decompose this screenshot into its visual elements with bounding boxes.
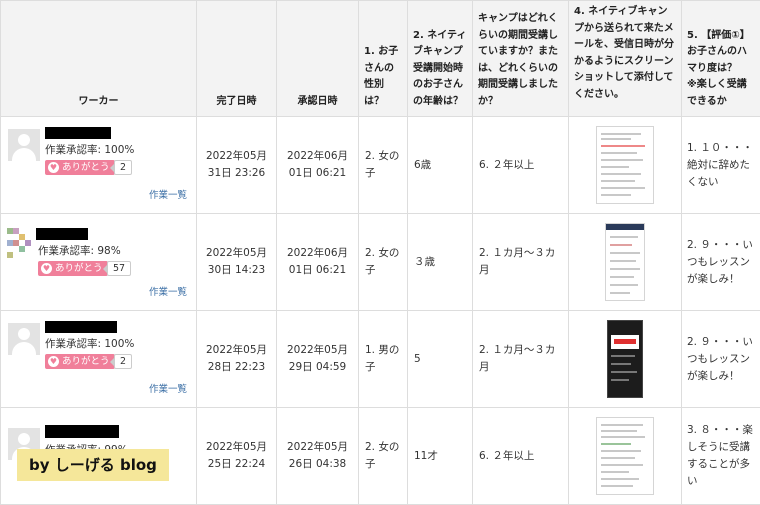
avatar[interactable] xyxy=(8,323,40,355)
completed-at-cell: 2022年05月30日 14:23 xyxy=(197,214,277,311)
table-header-row: ワーカー 完了日時 承認日時 1. お子さんの性別は？ 2. ネイティブキャンプ… xyxy=(1,1,760,117)
rating-cell: 3. ８・・・楽しそうに受講することが多い xyxy=(682,408,760,505)
thanks-label: ありがとう xyxy=(62,160,110,175)
completed-at-cell: 2022年05月25日 22:24 xyxy=(197,408,277,505)
screenshot-cell xyxy=(569,117,682,214)
completed-at-cell: 2022年05月31日 23:26 xyxy=(197,117,277,214)
period-cell: 6. ２年以上 xyxy=(473,117,569,214)
age-cell: 11才 xyxy=(408,408,473,505)
period-cell: 2. １カ月～３カ月 xyxy=(473,214,569,311)
approved-at-cell: 2022年05月26日 04:38 xyxy=(277,408,359,505)
column-header-q2[interactable]: 2. ネイティブキャンプ受講開始時のお子さんの年齢は？ xyxy=(408,1,473,117)
approval-rate: 作業承認率: 100% xyxy=(45,142,134,159)
worker-cell: 作業承認率: 100% ♥ ありがとう 2 作業一覧 xyxy=(1,117,197,214)
table-row: 作業承認率: 100% ♥ ありがとう 2 作業一覧 2022年05月31日 2… xyxy=(1,117,760,214)
thanks-button[interactable]: ♥ ありがとう xyxy=(38,261,108,276)
heart-icon: ♥ xyxy=(48,356,59,367)
table-row: 作業承認率: 98% ♥ ありがとう 57 作業一覧 2022年05月30日 1… xyxy=(1,214,760,311)
email-screenshot-thumbnail[interactable] xyxy=(596,417,654,495)
worker-cell: 作業承認率: 98% ♥ ありがとう 57 作業一覧 xyxy=(1,214,197,311)
approved-at-cell: 2022年06月01日 06:21 xyxy=(277,117,359,214)
column-header-q4[interactable]: 4. ネイティブキャンプから送られて来たメールを、受信日時が分かるようにスクリー… xyxy=(569,1,682,117)
approval-rate: 作業承認率: 100% xyxy=(45,336,134,353)
gender-cell: 2. 女の子 xyxy=(359,117,408,214)
column-header-approved-at[interactable]: 承認日時 xyxy=(277,1,359,117)
email-screenshot-thumbnail[interactable] xyxy=(596,126,654,204)
screenshot-cell xyxy=(569,311,682,408)
thanks-button[interactable]: ♥ ありがとう xyxy=(45,160,115,175)
thanks-label: ありがとう xyxy=(62,354,110,369)
age-cell: 6歳 xyxy=(408,117,473,214)
thanks-count: 57 xyxy=(107,261,131,276)
redacted-name xyxy=(45,127,111,139)
rating-cell: 2. ９・・・いつもレッスンが楽しみ！ xyxy=(682,311,760,408)
column-header-q1[interactable]: 1. お子さんの性別は？ xyxy=(359,1,408,117)
approved-at-cell: 2022年05月29日 04:59 xyxy=(277,311,359,408)
avatar[interactable] xyxy=(8,129,40,161)
approved-at-cell: 2022年06月01日 06:21 xyxy=(277,214,359,311)
screenshot-cell xyxy=(569,214,682,311)
work-list-link[interactable]: 作業一覧 xyxy=(149,284,187,301)
redacted-name xyxy=(45,425,119,438)
gender-cell: 2. 女の子 xyxy=(359,408,408,505)
column-header-q3[interactable]: キャンプはどれくらいの期間受講していますか？または、どれくらいの期間受講しました… xyxy=(473,1,569,117)
redacted-name xyxy=(45,321,117,333)
period-cell: 2. １カ月～３カ月 xyxy=(473,311,569,408)
work-list-link[interactable]: 作業一覧 xyxy=(149,381,187,398)
thanks-button[interactable]: ♥ ありがとう xyxy=(45,354,115,369)
completed-at-cell: 2022年05月28日 22:23 xyxy=(197,311,277,408)
column-header-q5[interactable]: 5. 【評価①】お子さんのハマり度は？ ※楽しく受講できるか xyxy=(682,1,760,117)
heart-icon: ♥ xyxy=(48,162,59,173)
redacted-name xyxy=(36,228,88,240)
gender-cell: 2. 女の子 xyxy=(359,214,408,311)
period-cell: 6. ２年以上 xyxy=(473,408,569,505)
work-list-link[interactable]: 作業一覧 xyxy=(149,187,187,204)
email-screenshot-thumbnail[interactable] xyxy=(607,320,643,398)
column-header-completed-at[interactable]: 完了日時 xyxy=(197,1,277,117)
thanks-count: 2 xyxy=(114,160,132,175)
submissions-table: ワーカー 完了日時 承認日時 1. お子さんの性別は？ 2. ネイティブキャンプ… xyxy=(0,0,760,505)
screenshot-cell xyxy=(569,408,682,505)
age-cell: 5 xyxy=(408,311,473,408)
worker-cell: 作業承認率: 100% ♥ ありがとう 2 作業一覧 xyxy=(1,311,197,408)
age-cell: ３歳 xyxy=(408,214,473,311)
blog-watermark: by しーげる blog xyxy=(17,449,169,481)
column-header-worker[interactable]: ワーカー xyxy=(1,1,197,117)
thanks-count: 2 xyxy=(114,354,132,369)
avatar[interactable] xyxy=(7,228,39,260)
rating-cell: 1. １０・・・絶対に辞めたくない xyxy=(682,117,760,214)
rating-cell: 2. ９・・・いつもレッスンが楽しみ！ xyxy=(682,214,760,311)
approval-rate: 作業承認率: 98% xyxy=(38,243,121,260)
table-row: 作業承認率: 100% ♥ ありがとう 2 作業一覧 2022年05月28日 2… xyxy=(1,311,760,408)
gender-cell: 1. 男の子 xyxy=(359,311,408,408)
thanks-label: ありがとう xyxy=(55,261,103,276)
email-screenshot-thumbnail[interactable] xyxy=(605,223,645,301)
heart-icon: ♥ xyxy=(41,263,52,274)
